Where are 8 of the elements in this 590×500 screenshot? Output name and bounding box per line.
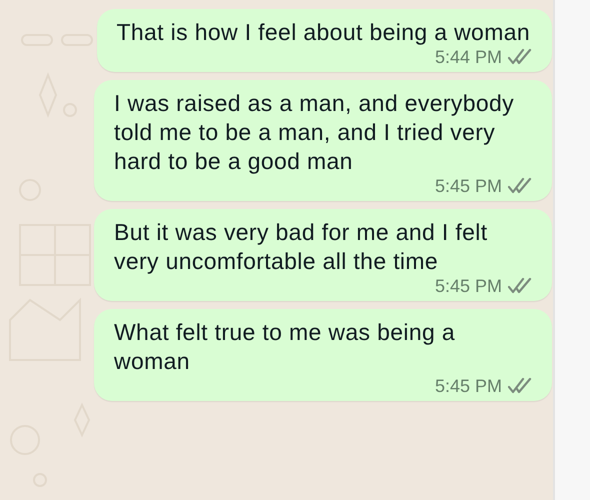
message-text: That is how I feel about being a woman — [116, 18, 530, 47]
message-time: 5:45 PM — [434, 176, 502, 196]
message-text: But it was very bad for me and I felt very uncomfortable all the time — [114, 218, 488, 276]
message-text: What felt true to me was being a woman — [114, 318, 456, 376]
message-text: I was raised as a man, and everybody told me to be a man, and I tried very hard to be a good man — [114, 89, 515, 176]
message-time: 5:45 PM — [434, 376, 502, 396]
message-time: 5:44 PM — [434, 47, 502, 67]
message-time: 5:45 PM — [434, 276, 502, 296]
